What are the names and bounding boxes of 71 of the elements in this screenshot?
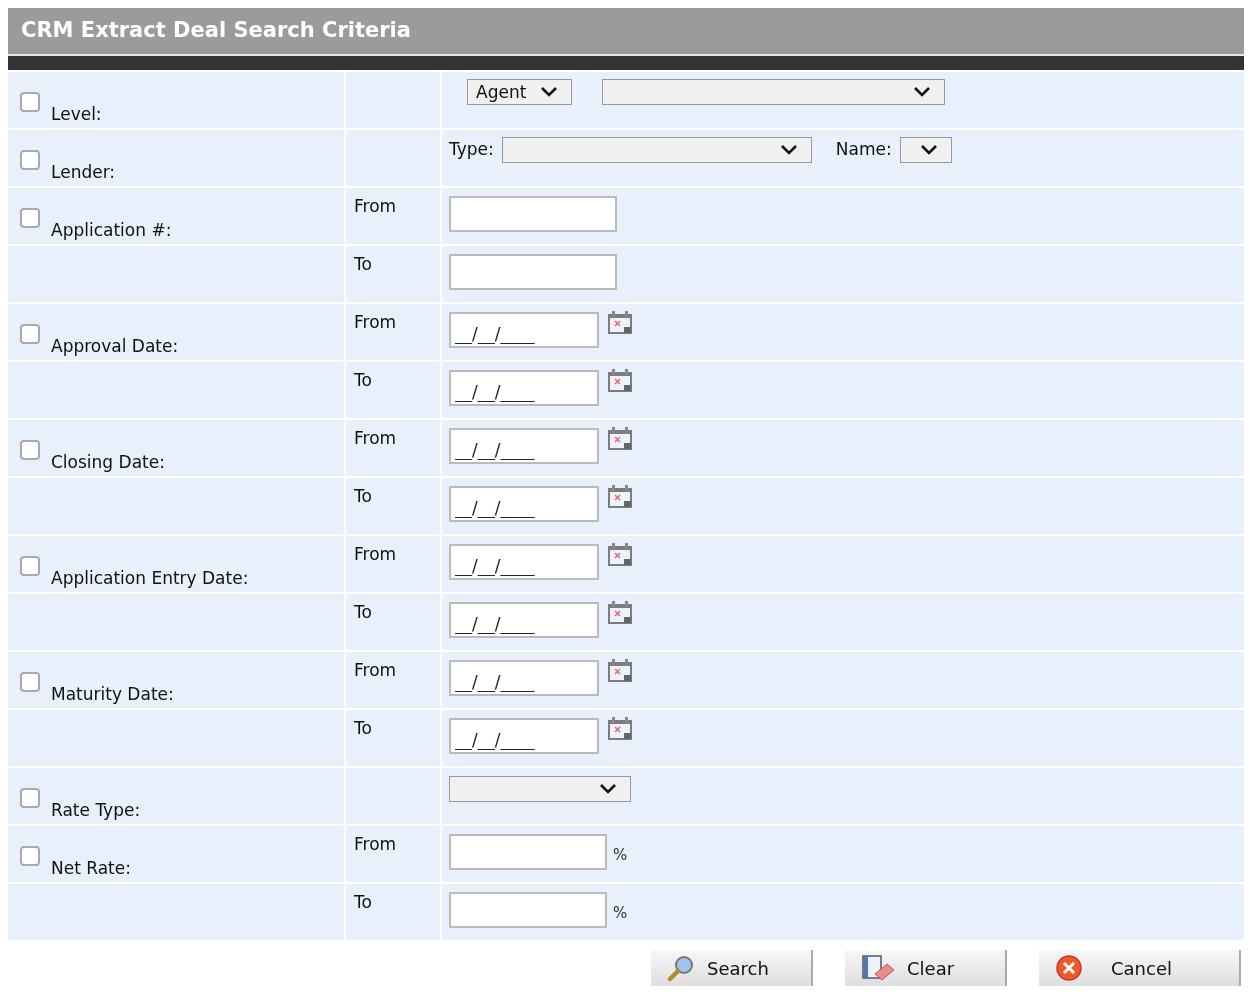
name-label: Name: [835, 138, 892, 161]
calendar-icon [607, 542, 633, 568]
chevron-down-icon [912, 86, 932, 98]
criterion-label: Maturity Date: [51, 683, 174, 706]
criterion-label: Net Rate: [51, 857, 131, 880]
criterion-label: Lender: [51, 161, 116, 184]
checkbox[interactable] [20, 846, 40, 866]
checkbox[interactable] [20, 324, 40, 344]
page-title: CRM Extract Deal Search Criteria [21, 17, 411, 45]
date-field[interactable]: __/__/____ [449, 602, 599, 638]
percent-sign: % [613, 845, 628, 866]
range-label: To [354, 602, 372, 622]
text-field[interactable] [449, 254, 617, 290]
range-label: To [354, 486, 372, 506]
criterion-label: Approval Date: [51, 335, 179, 358]
cancel-button[interactable]: Cancel [1039, 950, 1241, 986]
range-label: From [354, 660, 397, 680]
chevron-down-icon [778, 144, 799, 156]
range-label: To [354, 370, 372, 390]
checkbox[interactable] [20, 556, 40, 576]
range-label: To [354, 718, 372, 738]
calendar-icon [607, 484, 633, 510]
text-field[interactable] [449, 892, 607, 928]
text-field[interactable] [449, 196, 617, 232]
range-label: From [354, 312, 397, 332]
calendar-icon [607, 310, 633, 336]
calendar-icon [607, 716, 633, 742]
calendar-icon [607, 658, 633, 684]
text-field[interactable] [449, 834, 607, 870]
range-label: To [354, 892, 372, 912]
chevron-down-icon [598, 783, 618, 795]
range-label: To [354, 254, 372, 274]
type-label: Type: [449, 138, 494, 161]
search-icon [667, 954, 695, 982]
level-dropdown[interactable]: Agent [467, 79, 572, 105]
date-field[interactable]: __/__/____ [449, 428, 599, 464]
checkbox[interactable] [20, 208, 40, 228]
name-dropdown[interactable] [899, 137, 952, 163]
type-dropdown[interactable] [501, 137, 812, 163]
date-field[interactable]: __/__/____ [449, 718, 599, 754]
cancel-icon [1055, 954, 1083, 982]
checkbox[interactable] [20, 440, 40, 460]
eraser-icon [861, 954, 895, 982]
clear-button[interactable]: Clear [845, 950, 1007, 986]
range-label: From [354, 428, 397, 448]
criterion-label: Application #: [51, 219, 172, 242]
checkbox[interactable] [20, 672, 40, 692]
checkbox[interactable] [20, 788, 40, 808]
date-field[interactable]: __/__/____ [449, 312, 599, 348]
criterion-label: Closing Date: [51, 451, 165, 474]
percent-sign: % [613, 903, 628, 924]
date-field[interactable]: __/__/____ [449, 660, 599, 696]
range-label: From [354, 544, 397, 564]
checkbox[interactable] [20, 92, 40, 112]
date-field[interactable]: __/__/____ [449, 486, 599, 522]
criterion-label: Application Entry Date: [51, 567, 249, 590]
rate-type-dropdown[interactable] [449, 776, 631, 802]
checkbox[interactable] [20, 150, 40, 170]
chevron-down-icon [918, 144, 939, 156]
calendar-icon [607, 600, 633, 626]
range-label: From [354, 834, 397, 854]
criterion-label: Rate Type: [51, 799, 141, 822]
calendar-icon [607, 368, 633, 394]
calendar-icon [607, 426, 633, 452]
date-field[interactable]: __/__/____ [449, 544, 599, 580]
dropdown[interactable] [602, 79, 945, 105]
search-button[interactable]: Search [651, 950, 813, 986]
range-label: From [354, 196, 397, 216]
date-field[interactable]: __/__/____ [449, 370, 599, 406]
chevron-down-icon [539, 86, 559, 98]
criterion-label: Level: [51, 103, 102, 126]
